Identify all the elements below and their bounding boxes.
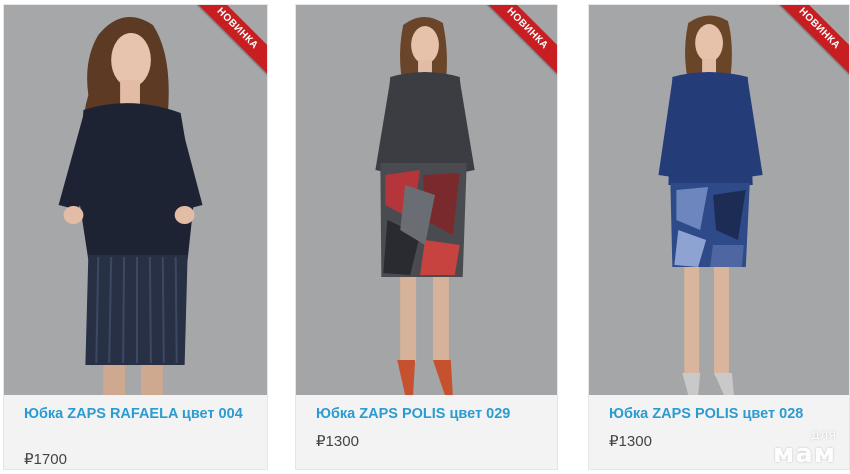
product-price: ₽1300: [316, 433, 359, 450]
product-card[interactable]: НОВИНКА Юбка ZAPS POLIS цвет 028 ₽1300: [588, 4, 850, 470]
new-badge-label: НОВИНКА: [771, 5, 849, 79]
product-title-link[interactable]: Юбка ZAPS POLIS цвет 029: [316, 406, 543, 423]
product-info: Юбка ZAPS RAFAELA цвет 004 ₽1700: [4, 395, 267, 469]
product-photo[interactable]: НОВИНКА: [296, 5, 557, 395]
new-badge-label: НОВИНКА: [479, 5, 557, 79]
product-title-link[interactable]: Юбка ZAPS RAFAELA цвет 004: [24, 406, 253, 423]
product-photo[interactable]: НОВИНКА: [4, 5, 267, 395]
new-badge: НОВИНКА: [479, 5, 557, 83]
product-info: Юбка ZAPS POLIS цвет 029 ₽1300: [296, 395, 557, 469]
product-price: ₽1700: [24, 451, 67, 468]
new-badge: НОВИНКА: [189, 5, 267, 83]
watermark-logo: для мам: [772, 429, 836, 469]
product-title-link[interactable]: Юбка ZAPS POLIS цвет 028: [609, 406, 835, 423]
new-badge-label: НОВИНКА: [189, 5, 267, 79]
product-price: ₽1300: [609, 433, 652, 450]
product-card[interactable]: НОВИНКА Юбка ZAPS RAFAELA цвет 004 ₽1700: [3, 4, 268, 470]
product-card[interactable]: НОВИНКА Юбка ZAPS POLIS цвет 029 ₽1300: [295, 4, 558, 470]
product-grid: НОВИНКА Юбка ZAPS RAFAELA цвет 004 ₽1700: [0, 0, 850, 474]
new-badge: НОВИНКА: [771, 5, 849, 83]
watermark-line2: мам: [772, 439, 836, 469]
product-photo[interactable]: НОВИНКА: [589, 5, 849, 395]
